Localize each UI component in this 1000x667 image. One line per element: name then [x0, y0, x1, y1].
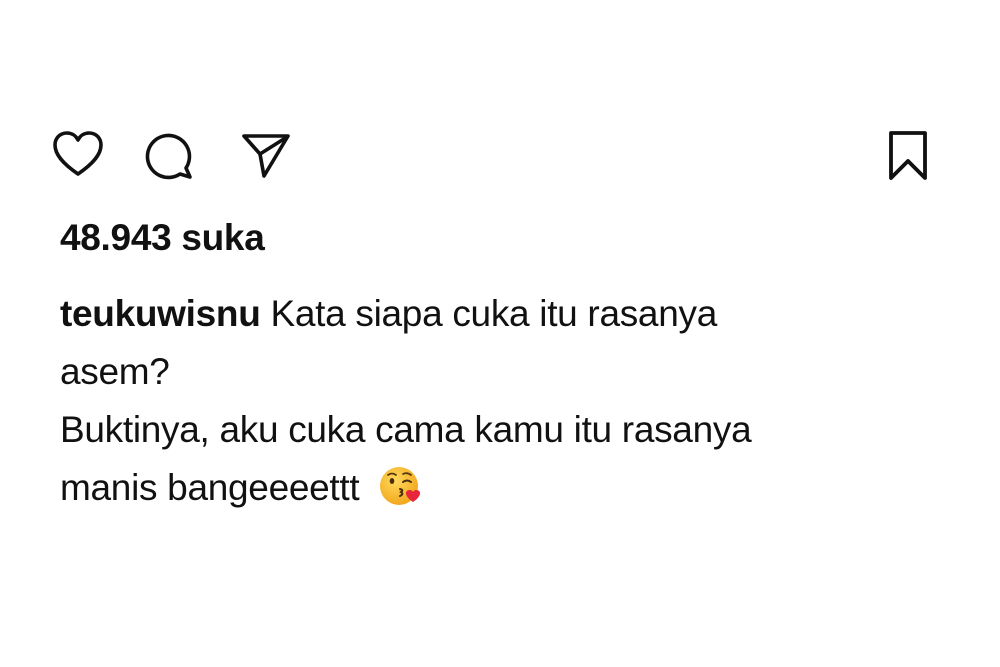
post-action-bar: [50, 128, 942, 184]
caption-line-4: manis bangeeeettt: [60, 459, 940, 517]
username-link[interactable]: teukuwisnu: [60, 293, 261, 334]
comment-button[interactable]: [142, 128, 198, 184]
caption-text: manis bangeeeettt: [60, 467, 360, 508]
caption-line-1: teukuwisnu Kata siapa cuka itu rasanya: [60, 285, 940, 343]
caption-line-2: asem?: [60, 351, 170, 392]
bookmark-icon: [889, 131, 927, 180]
paper-plane-icon: [242, 134, 290, 178]
caption-line-3: Buktinya, aku cuka cama kamu itu rasanya: [60, 409, 752, 450]
speech-bubble-icon: [145, 133, 192, 180]
share-button[interactable]: [238, 128, 294, 184]
save-button[interactable]: [880, 128, 936, 184]
like-button[interactable]: [50, 128, 106, 184]
heart-icon: [53, 131, 103, 176]
face-blowing-a-kiss-icon: [380, 467, 421, 505]
likes-count[interactable]: 48.943 suka: [60, 217, 265, 259]
post-caption: teukuwisnu Kata siapa cuka itu rasanya a…: [60, 285, 940, 517]
caption-text: Kata siapa cuka itu rasanya: [270, 293, 718, 334]
